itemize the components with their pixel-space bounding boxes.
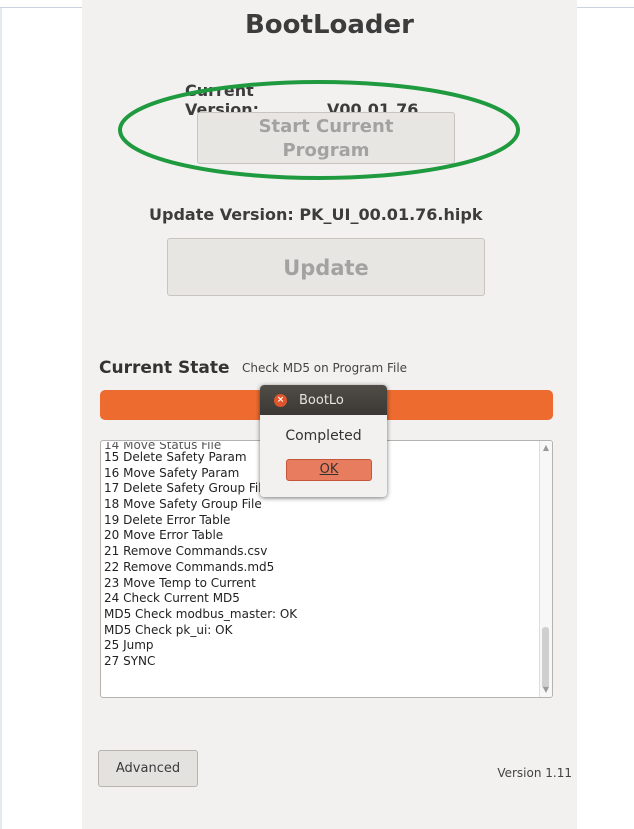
advanced-button[interactable]: Advanced <box>98 750 198 787</box>
log-line: 22 Remove Commands.md5 <box>104 559 275 574</box>
log-scrollbar[interactable]: ▲ ▼ <box>539 441 552 697</box>
log-line: MD5 Check pk_ui: OK <box>104 622 233 637</box>
update-version-row: Update Version: PK_UI_00.01.76.hipk <box>149 205 482 224</box>
log-line: 24 Check Current MD5 <box>104 591 240 606</box>
current-state-value: Check MD5 on Program File <box>242 361 408 375</box>
dialog-titlebar: × BootLo <box>260 385 387 415</box>
update-version-label: Update Version: <box>149 205 294 224</box>
scroll-thumb[interactable] <box>542 627 549 689</box>
log-line: 19 Delete Error Table <box>104 512 231 527</box>
log-line: 21 Remove Commands.csv <box>104 544 268 559</box>
log-line: 18 Move Safety Group File <box>104 497 262 512</box>
page-title: BootLoader <box>244 10 414 40</box>
app-version: Version 1.11 <box>497 766 572 780</box>
log-line: 23 Move Temp to Current <box>104 575 256 590</box>
scroll-up-icon[interactable]: ▲ <box>540 441 552 455</box>
dialog-message: Completed <box>285 428 362 444</box>
start-button-line2: Program <box>282 140 370 161</box>
update-button[interactable]: Update <box>167 238 485 296</box>
log-line: MD5 Check modbus_master: OK <box>104 606 298 621</box>
scroll-down-icon[interactable]: ▼ <box>540 683 552 697</box>
dialog-title: BootLo <box>299 393 344 408</box>
close-icon[interactable]: × <box>274 394 287 407</box>
window-left-border <box>0 8 2 829</box>
ok-button[interactable]: OK <box>286 459 372 481</box>
current-state-label: Current State <box>99 358 230 378</box>
log-line: 27 SYNC <box>104 653 156 668</box>
start-current-program-button[interactable]: Start Current Program <box>197 112 455 164</box>
completed-dialog: × BootLo Completed OK <box>260 385 387 497</box>
log-line: 20 Move Error Table <box>104 528 224 543</box>
log-line: 25 Jump <box>104 638 154 653</box>
start-button-line1: Start Current <box>258 116 394 137</box>
update-version-value: PK_UI_00.01.76.hipk <box>299 205 483 224</box>
